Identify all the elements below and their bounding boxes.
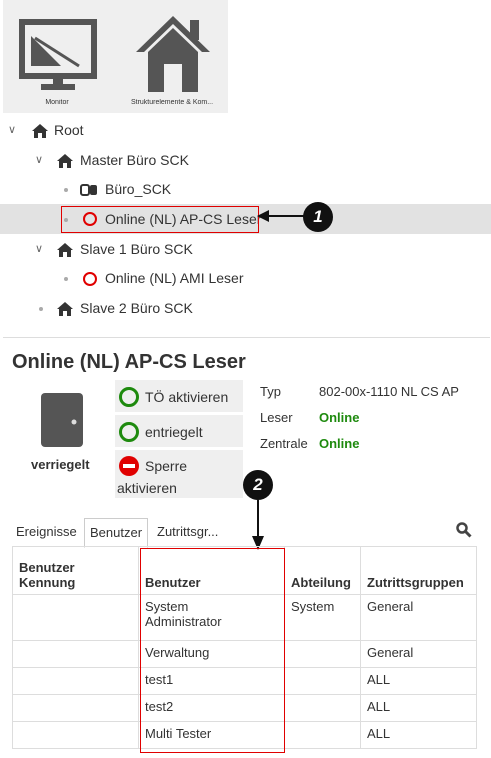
toolbar: Monitor Strukturelemente & Kom... — [3, 0, 228, 113]
door-reader-icon — [80, 184, 97, 196]
tree-label: Büro_SCK — [105, 181, 172, 197]
cell-abteilung — [284, 721, 361, 749]
typ-value: 802-00x-1110 NL CS AP — [319, 384, 459, 399]
action-label-line2: aktivieren — [117, 480, 177, 496]
tree-label: Master Büro SCK — [80, 152, 189, 168]
house-icon — [57, 302, 73, 316]
action-label: TÖ aktivieren — [145, 389, 229, 405]
tree-label: Root — [54, 122, 84, 138]
tree-item-slave2[interactable]: Slave 2 Büro SCK — [0, 294, 491, 323]
column-header-kennung[interactable]: Benutzer Kennung — [12, 546, 139, 595]
tree-item-slave1[interactable]: ∨ Slave 1 Büro SCK — [0, 235, 491, 264]
monitor-icon — [19, 19, 97, 90]
structure-button[interactable]: Strukturelemente & Kom... — [118, 0, 226, 113]
cell-abteilung — [284, 694, 361, 722]
callout-2: 2 — [243, 470, 273, 500]
cell-kennung — [12, 694, 139, 722]
no-entry-icon — [119, 456, 139, 476]
cell-gruppen: ALL — [360, 721, 477, 749]
activate-button[interactable]: TÖ aktivieren — [115, 380, 243, 412]
tab-ereignisse[interactable]: Ereignisse — [16, 518, 77, 546]
bullet — [64, 188, 68, 192]
chevron-down-icon[interactable]: ∨ — [35, 153, 43, 166]
leser-label: Leser — [260, 410, 293, 425]
tree-item-office[interactable]: Büro_SCK — [0, 175, 491, 204]
callout-1: 1 — [303, 202, 333, 232]
zentrale-status: Online — [319, 436, 360, 451]
structure-label: Strukturelemente & Kom... — [130, 99, 214, 106]
house-icon — [57, 243, 73, 257]
chevron-down-icon[interactable]: ∨ — [8, 123, 16, 136]
leser-status: Online — [319, 410, 360, 425]
cell-gruppen: ALL — [360, 694, 477, 722]
tree-item-master[interactable]: ∨ Master Büro SCK — [0, 146, 491, 175]
block-button[interactable]: Sperre aktivieren — [115, 450, 243, 498]
cell-kennung — [12, 721, 139, 749]
door-state: verriegelt — [31, 457, 90, 472]
chevron-down-icon[interactable]: ∨ — [35, 242, 43, 255]
tree-label: Online (NL) AMI Leser — [105, 270, 244, 286]
unlock-button[interactable]: entriegelt — [115, 415, 243, 447]
zentrale-label: Zentrale — [260, 436, 308, 451]
cell-kennung — [12, 640, 139, 668]
highlight-box-2 — [140, 548, 285, 753]
tab-zutrittsgruppen[interactable]: Zutrittsgr... — [157, 518, 218, 546]
cell-abteilung — [284, 667, 361, 695]
green-ring-icon — [119, 422, 139, 442]
bullet — [64, 277, 68, 281]
arrow-icon — [252, 500, 264, 550]
search-icon[interactable] — [456, 522, 472, 538]
cell-gruppen: ALL — [360, 667, 477, 695]
reader-ring-icon — [83, 272, 97, 286]
cell-abteilung — [284, 640, 361, 668]
house-icon — [57, 154, 73, 168]
typ-label: Typ — [260, 384, 281, 399]
house-icon — [136, 16, 210, 92]
monitor-button[interactable]: Monitor — [3, 0, 111, 113]
cell-gruppen: General — [360, 594, 477, 641]
action-label: entriegelt — [145, 424, 203, 440]
monitor-label: Monitor — [45, 99, 69, 106]
house-icon — [32, 124, 48, 138]
door-icon — [41, 393, 83, 447]
tree-label: Slave 2 Büro SCK — [80, 300, 193, 316]
column-header-zutrittsgruppen[interactable]: Zutrittsgruppen — [360, 546, 477, 595]
cell-kennung — [12, 667, 139, 695]
action-label-line1: Sperre — [145, 458, 188, 474]
highlight-box-1 — [61, 206, 259, 233]
arrow-icon — [257, 210, 307, 222]
device-title: Online (NL) AP-CS Leser — [12, 351, 246, 373]
tree-item-reader-ami[interactable]: Online (NL) AMI Leser — [0, 264, 491, 293]
tab-benutzer[interactable]: Benutzer — [84, 518, 149, 548]
cell-abteilung: System — [284, 594, 361, 641]
green-ring-icon — [119, 387, 139, 407]
bullet — [39, 307, 43, 311]
tree-label: Slave 1 Büro SCK — [80, 241, 193, 257]
cell-kennung — [12, 594, 139, 641]
column-header-abteilung[interactable]: Abteilung — [284, 546, 361, 595]
cell-gruppen: General — [360, 640, 477, 668]
divider — [3, 337, 490, 338]
tree-item-root[interactable]: ∨ Root — [0, 116, 491, 145]
